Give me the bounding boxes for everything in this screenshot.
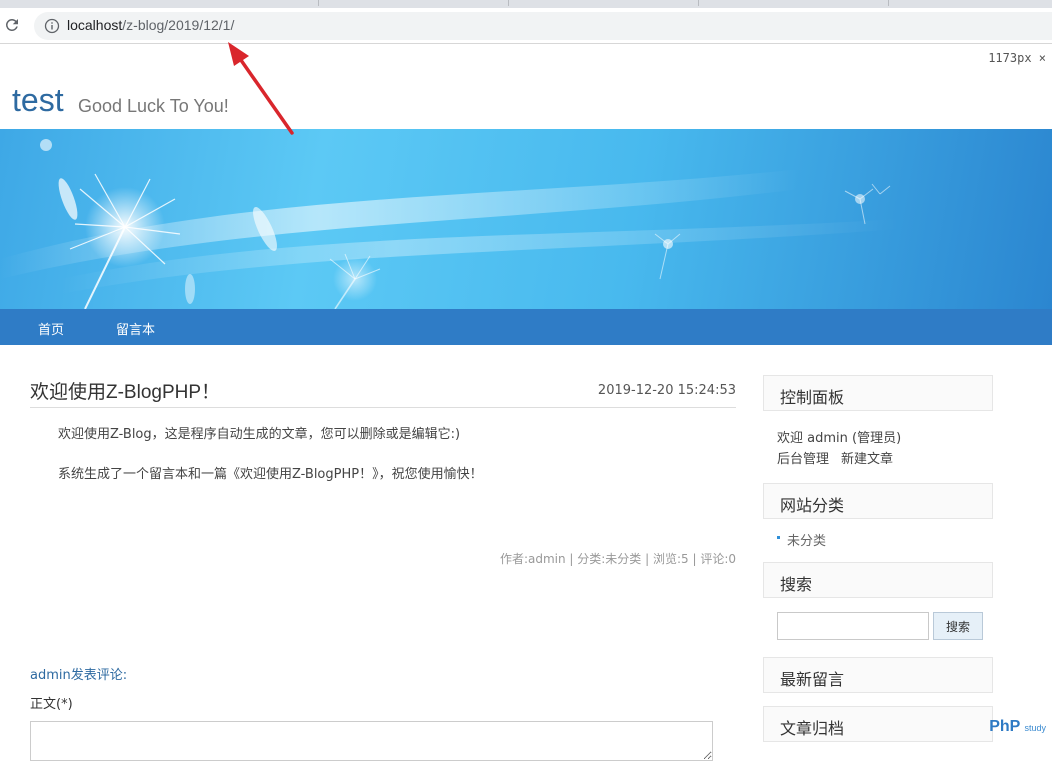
watermark-main: PhP: [989, 718, 1021, 735]
annotation-arrow-icon: [228, 42, 294, 135]
php-study-watermark-logo: PhP study: [989, 718, 1046, 736]
watermark-sub: study: [1024, 723, 1046, 733]
